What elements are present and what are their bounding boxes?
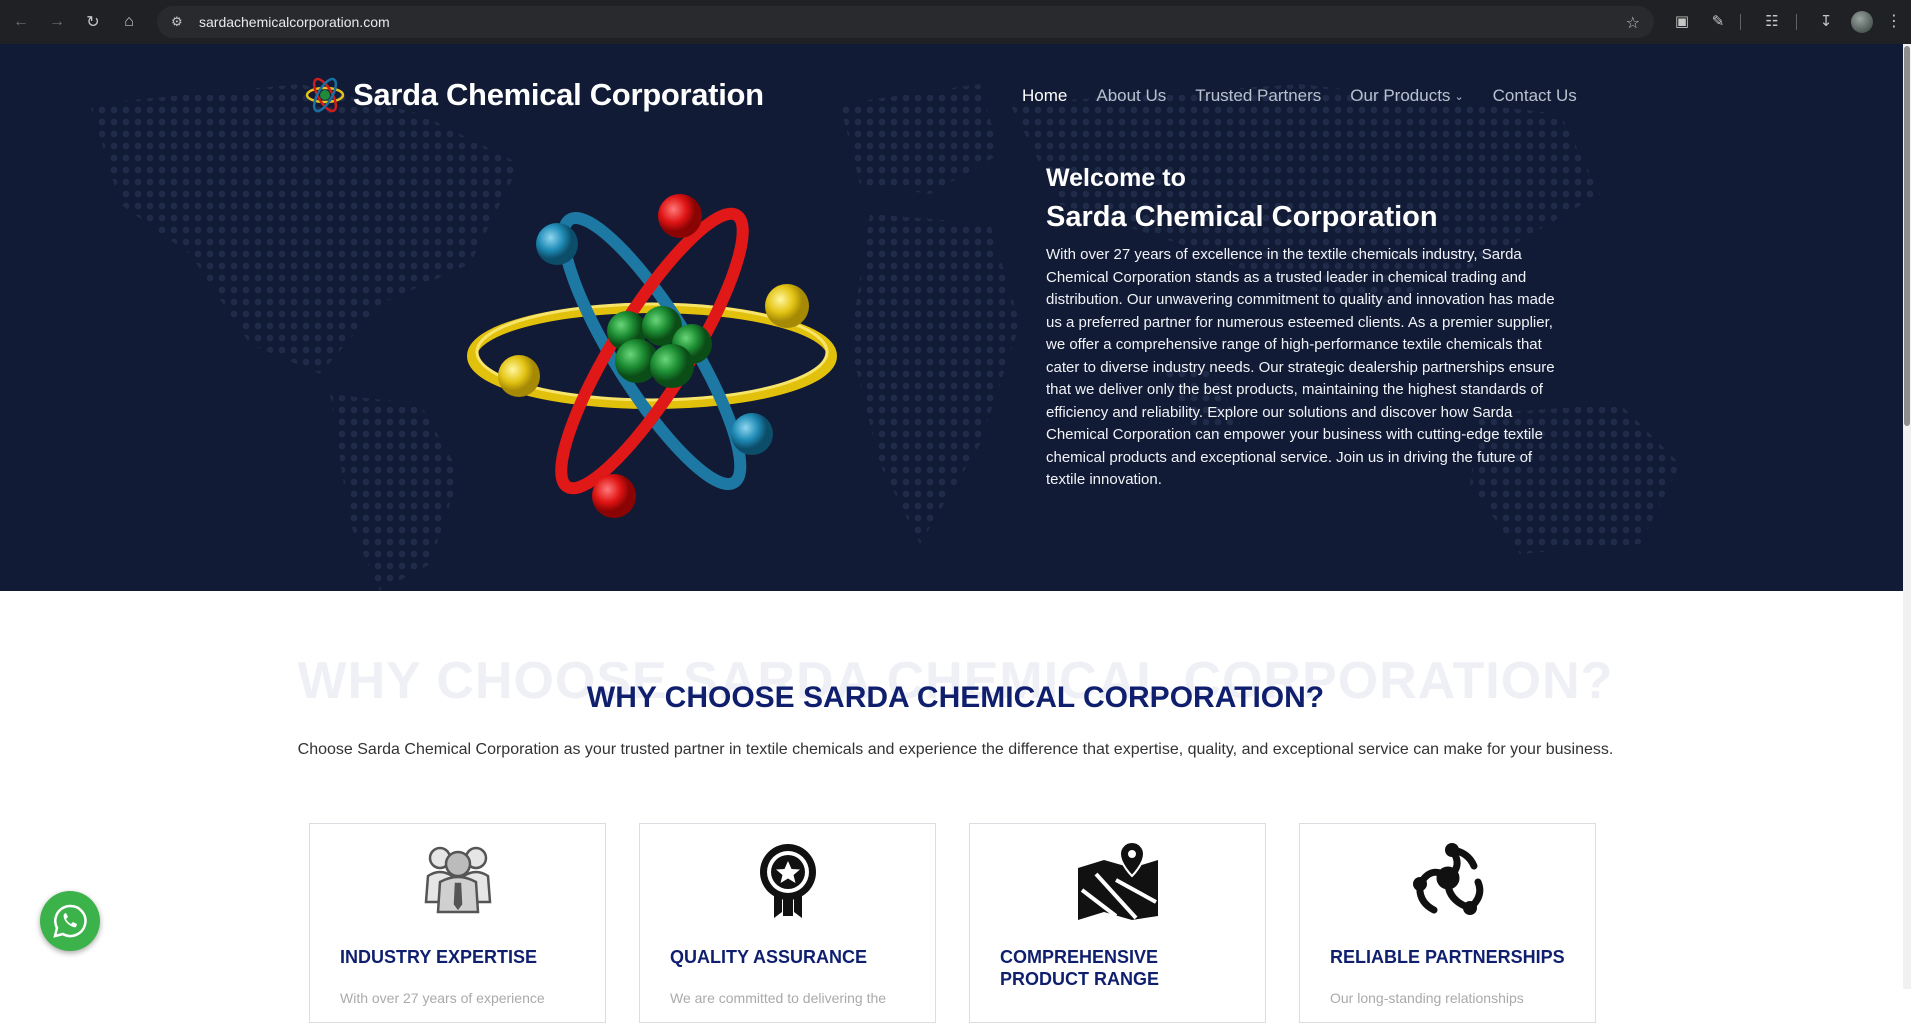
forward-icon[interactable]: → — [42, 7, 72, 37]
section-title: WHY CHOOSE SARDA CHEMICAL CORPORATION? — [586, 681, 1325, 714]
card-title: RELIABLE PARTNERSHIPS — [1330, 947, 1565, 967]
tab-search-icon[interactable]: ☷ — [1762, 12, 1782, 32]
url-text[interactable]: sardachemicalcorporation.com — [199, 14, 390, 30]
address-bar[interactable]: ⚙ sardachemicalcorporation.com ☆ — [157, 6, 1654, 38]
browser-toolbar: ← → ↻ ⌂ ⚙ sardachemicalcorporation.com ☆… — [0, 0, 1911, 44]
brand-name: Sarda Chemical Corporation — [353, 77, 764, 112]
section-subtitle: Choose Sarda Chemical Corporation as you… — [297, 741, 1614, 758]
map-pin-icon — [1077, 840, 1158, 920]
hero-description: With over 27 years of excellence in the … — [1046, 246, 1555, 488]
card-reliable-partnerships: RELIABLE PARTNERSHIPS Our long-standing … — [1299, 823, 1596, 1023]
card-text: With over 27 years of experience — [340, 990, 545, 1006]
nav-about-us[interactable]: About Us — [1096, 86, 1166, 106]
welcome-block: Welcome to Sarda Chemical Corporation Wi… — [1046, 164, 1562, 492]
menu-icon[interactable]: ⋮ — [1886, 11, 1902, 31]
nav-trusted-partners[interactable]: Trusted Partners — [1195, 86, 1321, 106]
whatsapp-icon — [53, 904, 87, 938]
award-badge-icon — [759, 844, 816, 918]
extensions-icon[interactable]: ✎ — [1708, 12, 1728, 32]
nav-contact-us[interactable]: Contact Us — [1493, 86, 1577, 106]
nav-home[interactable]: Home — [1022, 86, 1067, 106]
company-heading: Sarda Chemical Corporation — [1046, 201, 1438, 233]
profile-avatar[interactable] — [1851, 11, 1873, 33]
screenshot-icon[interactable]: ▣ — [1672, 12, 1692, 32]
bookmark-star-icon[interactable]: ☆ — [1626, 13, 1640, 33]
card-title: INDUSTRY EXPERTISE — [340, 947, 538, 967]
card-text: Our long-standing relationships — [1330, 990, 1524, 1006]
card-comprehensive-product-range: COMPREHENSIVE PRODUCT RANGE — [969, 823, 1266, 1023]
network-icon — [1412, 843, 1483, 915]
brand-logo-link[interactable]: Sarda Chemical Corporation — [305, 75, 764, 115]
hero-section: Sarda Chemical Corporation Home About Us… — [0, 44, 1911, 591]
whatsapp-button[interactable] — [40, 891, 100, 951]
chevron-down-icon: ⌄ — [1454, 90, 1464, 103]
why-choose-section: WHY CHOOSE SARDA CHEMICAL CORPORATION? W… — [0, 591, 1911, 1023]
site-info-icon[interactable]: ⚙ — [171, 14, 191, 30]
team-icon — [424, 846, 491, 914]
reload-icon[interactable]: ↻ — [78, 7, 108, 37]
atom-illustration — [467, 194, 837, 518]
welcome-heading: Welcome to — [1046, 164, 1186, 192]
main-nav: Home About Us Trusted Partners Our Produ… — [1022, 86, 1606, 106]
atom-logo-icon — [305, 77, 345, 113]
card-text: We are committed to delivering the — [670, 990, 887, 1006]
back-icon[interactable]: ← — [6, 7, 36, 37]
card-title: QUALITY ASSURANCE — [670, 947, 868, 967]
world-map-background — [90, 84, 1680, 591]
home-icon[interactable]: ⌂ — [114, 7, 144, 37]
card-industry-expertise: INDUSTRY EXPERTISE With over 27 years of… — [309, 823, 606, 1023]
nav-our-products[interactable]: Our Products ⌄ — [1350, 86, 1463, 106]
card-title: COMPREHENSIVE PRODUCT RANGE — [1000, 947, 1160, 989]
download-icon[interactable]: ↧ — [1816, 12, 1836, 32]
card-quality-assurance: QUALITY ASSURANCE We are committed to de… — [639, 823, 936, 1023]
page-scrollbar[interactable] — [1903, 44, 1911, 989]
